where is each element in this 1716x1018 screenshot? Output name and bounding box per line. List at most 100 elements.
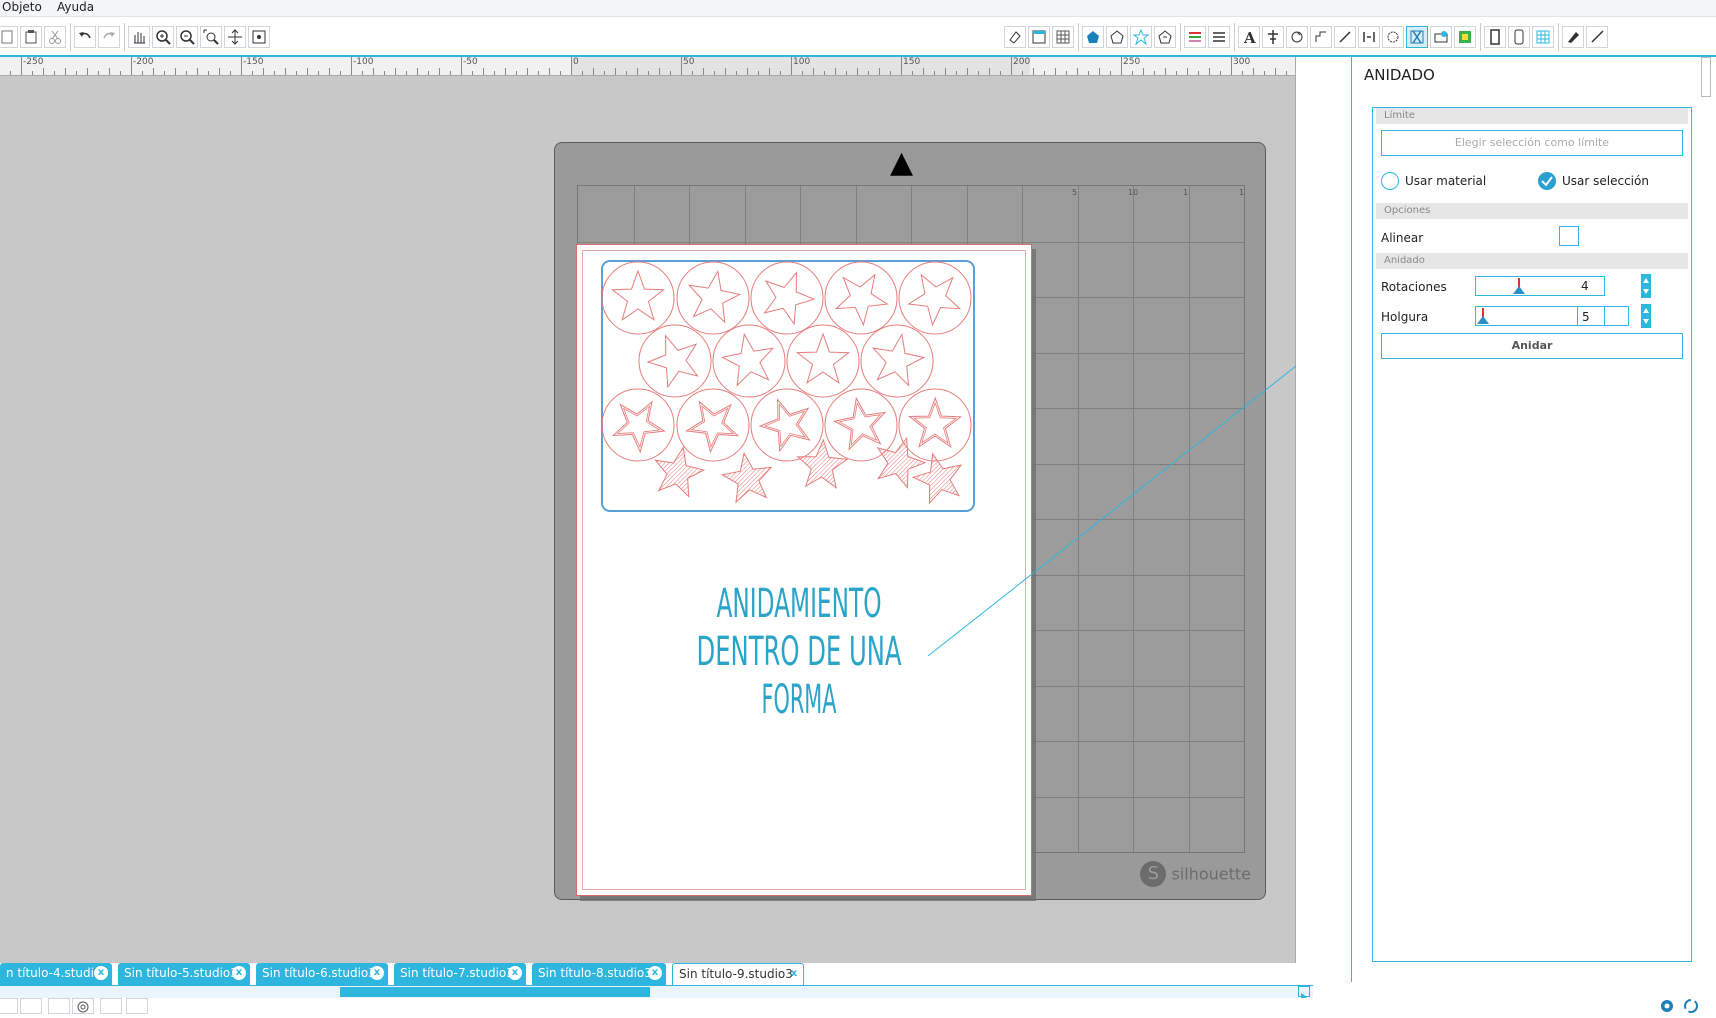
caption-line: ANIDAMIENTO (717, 581, 882, 627)
offset-icon[interactable] (1310, 26, 1332, 48)
section-options: Opciones (1376, 203, 1688, 219)
ruler-label: 150 (903, 57, 921, 67)
layers-icon[interactable] (126, 998, 148, 1014)
align-icon[interactable] (1262, 26, 1284, 48)
pan-icon[interactable] (128, 26, 150, 48)
document-tab[interactable]: Sin título-8.studio3 x (532, 963, 666, 985)
fill-color-icon[interactable] (1082, 26, 1104, 48)
ruler-tick (340, 71, 341, 75)
new-icon[interactable] (0, 26, 18, 48)
spacing-spinner[interactable] (1641, 304, 1651, 328)
ruler-tick (1220, 71, 1221, 75)
tab-close-icon[interactable]: x (787, 967, 801, 981)
sync-icon[interactable] (1682, 998, 1700, 1018)
ruler-tick (472, 71, 473, 75)
ruler-tick (956, 71, 957, 75)
list-icon[interactable] (1208, 26, 1230, 48)
ruler-tick (681, 57, 682, 75)
sketch-icon[interactable] (1562, 26, 1584, 48)
menu-ayuda[interactable]: Ayuda (57, 0, 94, 14)
align-checkbox[interactable] (1559, 226, 1579, 246)
design-canvas[interactable]: ANIDAMIENTODENTRO DE UNAFORMA (577, 245, 1033, 897)
zoom-out-icon[interactable] (176, 26, 198, 48)
spacing-handle[interactable] (1477, 316, 1489, 324)
document-tab[interactable]: Sin título-6.studio3 x (256, 963, 388, 985)
nest-button[interactable]: Anidar (1381, 333, 1683, 359)
document-tab[interactable]: Sin título-5.studio3 x (118, 963, 250, 985)
document-tab[interactable]: n título-4.studio3 x (0, 963, 112, 985)
mat-grid-line (1077, 186, 1079, 852)
store-icon[interactable] (1532, 26, 1554, 48)
tab-close-icon[interactable]: x (648, 966, 662, 980)
group-icon[interactable] (0, 998, 18, 1014)
panel-scrollbar[interactable] (1701, 57, 1711, 97)
rotations-handle[interactable] (1513, 286, 1525, 294)
rotations-spinner[interactable] (1641, 274, 1651, 298)
tab-close-icon[interactable]: x (232, 966, 246, 980)
ruler-tick (648, 71, 649, 75)
text-icon[interactable]: A (1238, 26, 1260, 48)
ruler-tick (10, 71, 11, 75)
ruler-tick (923, 68, 924, 75)
knife-icon[interactable] (1334, 26, 1356, 48)
print-cut-icon[interactable] (1430, 26, 1452, 48)
ruler-label: 100 (793, 57, 811, 67)
eraser-icon[interactable] (1004, 26, 1026, 48)
document-tab[interactable]: Sin título-7.studio3 x (394, 963, 526, 985)
spacing-value[interactable]: 5 (1577, 306, 1629, 326)
ruler-tick (538, 71, 539, 75)
page-setup-icon[interactable] (1028, 26, 1050, 48)
horizontal-scrollbar[interactable] (0, 985, 1313, 1001)
undo-icon[interactable] (74, 26, 96, 48)
ruler-tick (461, 57, 462, 75)
tab-close-icon[interactable]: x (508, 966, 522, 980)
offset-ring-icon[interactable] (72, 998, 94, 1014)
tab-close-icon[interactable]: x (370, 966, 384, 980)
ruler-tick (98, 71, 99, 75)
pen-icon[interactable] (1586, 26, 1608, 48)
ruler-label: -250 (23, 57, 44, 67)
move-icon[interactable] (224, 26, 246, 48)
cut-icon[interactable] (44, 26, 66, 48)
cut-style-icon[interactable] (1184, 26, 1206, 48)
scroll-right-icon[interactable] (1298, 986, 1310, 1001)
ruler-tick (659, 68, 660, 75)
ruler-tick (1286, 71, 1287, 75)
ungroup-icon[interactable] (20, 998, 42, 1014)
redo-icon[interactable] (98, 26, 120, 48)
zoom-select-icon[interactable] (200, 26, 222, 48)
radio-selection[interactable] (1538, 172, 1556, 190)
section-limit: Límite (1376, 108, 1688, 124)
zoom-in-icon[interactable] (152, 26, 174, 48)
shadow-icon[interactable] (1154, 26, 1176, 48)
page[interactable]: ANIDAMIENTO DENTRO DE UNA FORMA (576, 244, 1032, 896)
line-style-icon[interactable] (1130, 26, 1152, 48)
menu-objeto[interactable]: Objeto (2, 0, 42, 14)
modify-icon[interactable] (1358, 26, 1380, 48)
choose-limit-button[interactable]: Elegir selección como límite (1381, 130, 1683, 156)
compound-icon[interactable] (48, 998, 70, 1014)
nesting-icon[interactable] (1406, 26, 1428, 48)
mat-grid-line (1188, 186, 1190, 852)
phone-icon[interactable] (1508, 26, 1530, 48)
trace-icon[interactable] (1382, 26, 1404, 48)
radio-material[interactable] (1381, 172, 1399, 190)
horizontal-scroll-thumb[interactable] (340, 987, 650, 997)
settings-gear-icon[interactable] (1658, 998, 1676, 1018)
fit-page-icon[interactable] (248, 26, 270, 48)
library-icon[interactable] (1454, 26, 1476, 48)
ruler-tick (1077, 68, 1078, 75)
ruler-tick (1198, 71, 1199, 75)
vertical-ruler: -50050100150200250300 (1295, 57, 1296, 964)
document-tab[interactable]: Sin título-9.studio3 x (672, 963, 804, 985)
replicate-icon[interactable] (1286, 26, 1308, 48)
line-color-icon[interactable] (1106, 26, 1128, 48)
ruler-tick (692, 71, 693, 75)
paste-icon[interactable] (20, 26, 42, 48)
brush-icon[interactable] (100, 998, 122, 1014)
grid-icon[interactable] (1052, 26, 1074, 48)
canvas-area[interactable]: -250-200-150-100-50050100150200250300 -5… (0, 57, 1296, 964)
send-icon[interactable] (1484, 26, 1506, 48)
tab-close-icon[interactable]: x (94, 966, 108, 980)
rotations-value[interactable]: 4 (1577, 276, 1637, 296)
